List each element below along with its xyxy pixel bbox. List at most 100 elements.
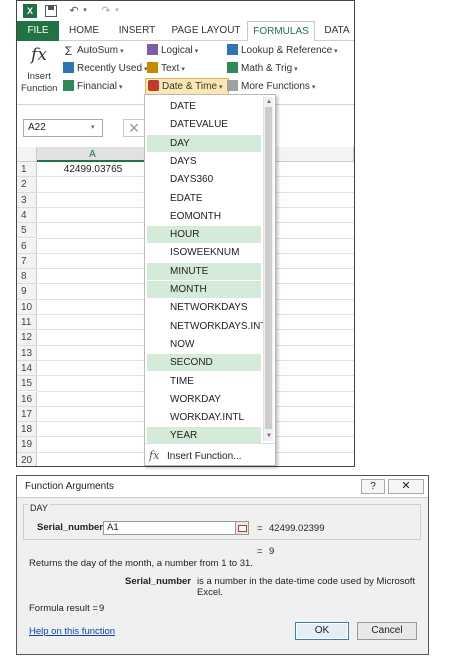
tab-data[interactable]: DATA — [319, 21, 354, 41]
menu-item-now[interactable]: NOW — [147, 336, 261, 353]
menu-item-date[interactable]: DATE — [147, 98, 261, 115]
insert-function-button[interactable]: fx Insert Function — [21, 43, 57, 101]
menu-item-month[interactable]: MONTH — [147, 281, 261, 298]
redo-icon[interactable]: ↷ — [99, 4, 113, 18]
menu-scrollbar[interactable]: ▲ ▼ — [263, 97, 273, 441]
clock-icon — [148, 80, 159, 91]
row-header[interactable]: 2 — [17, 177, 37, 193]
scroll-up-icon[interactable]: ▲ — [264, 97, 274, 107]
recently-used-button[interactable]: Recently Used ▾ — [63, 61, 148, 77]
formula-result-label: Formula result = — [29, 603, 98, 614]
cancel-entry-icon[interactable]: ✕ — [123, 119, 145, 137]
row-header[interactable]: 8 — [17, 269, 37, 285]
close-icon[interactable]: ✕ — [388, 479, 424, 494]
autosum-label: AutoSum — [77, 45, 119, 56]
row-header[interactable]: 18 — [17, 422, 37, 438]
menu-item-days[interactable]: DAYS — [147, 153, 261, 170]
serial-number-input[interactable]: A1 — [103, 521, 249, 535]
menu-item-workday-intl[interactable]: WORKDAY.INTL — [147, 409, 261, 426]
select-all-corner[interactable] — [17, 147, 37, 162]
redo-dropdown-icon[interactable]: ▾ — [113, 4, 121, 18]
menu-divider — [145, 443, 275, 444]
chevron-down-icon: ▾ — [181, 66, 185, 73]
row-header[interactable]: 15 — [17, 376, 37, 392]
undo-dropdown-icon[interactable]: ▾ — [81, 4, 89, 18]
row-header[interactable]: 19 — [17, 437, 37, 453]
financial-button[interactable]: Financial ▾ — [63, 79, 123, 95]
lookup-icon — [227, 44, 238, 55]
menu-item-networkdays-intl[interactable]: NETWORKDAYS.INTL — [147, 318, 272, 335]
help-icon[interactable]: ? — [361, 479, 385, 494]
menu-item-workday[interactable]: WORKDAY — [147, 391, 261, 408]
math-trig-button[interactable]: Math & Trig ▾ — [227, 61, 298, 77]
text-button[interactable]: Text ▾ — [147, 61, 185, 77]
collapse-dialog-icon[interactable] — [235, 521, 249, 535]
tab-home[interactable]: HOME — [63, 21, 105, 41]
row-header[interactable]: 17 — [17, 406, 37, 423]
chevron-down-icon: ▾ — [334, 48, 338, 55]
financial-label: Financial — [77, 81, 118, 92]
menu-item-isoweeknum[interactable]: ISOWEEKNUM — [147, 244, 261, 261]
menu-item-second[interactable]: SECOND — [147, 354, 261, 372]
formula-result-value: 9 — [99, 603, 105, 614]
tab-insert[interactable]: INSERT — [115, 21, 159, 41]
serial-number-label: Serial_number — [37, 522, 103, 533]
menu-item-hour[interactable]: HOUR — [147, 226, 261, 244]
menu-item-minute[interactable]: MINUTE — [147, 262, 261, 280]
undo-icon[interactable]: ↶ — [67, 4, 81, 18]
menu-item-edate[interactable]: EDATE — [147, 190, 261, 207]
math-trig-label: Math & Trig — [241, 63, 293, 74]
row-header[interactable]: 6 — [17, 238, 37, 254]
menu-item-days360[interactable]: DAYS360 — [147, 171, 261, 188]
row-header[interactable]: 13 — [17, 345, 37, 361]
help-on-function-link[interactable]: Help on this function — [29, 626, 115, 637]
row-header[interactable]: 5 — [17, 223, 37, 239]
tab-page-layout[interactable]: PAGE LAYOUT — [167, 21, 245, 41]
menu-item-datevalue[interactable]: DATEVALUE — [147, 116, 261, 133]
chevron-down-icon: ▾ — [119, 84, 123, 91]
math-trig-icon — [227, 62, 238, 73]
cell-a1[interactable]: 42499.03765 — [37, 162, 149, 177]
menu-item-time[interactable]: TIME — [147, 373, 261, 390]
logical-button[interactable]: Logical ▾ — [147, 43, 198, 59]
tab-formulas[interactable]: FORMULAS — [247, 21, 315, 42]
insert-function-label: Insert Function — [21, 71, 58, 94]
column-header-a[interactable]: A — [37, 147, 149, 162]
text-label: Text — [161, 63, 180, 74]
cancel-button[interactable]: Cancel — [357, 622, 417, 640]
chevron-down-icon: ▾ — [294, 66, 298, 73]
menu-item-eomonth[interactable]: EOMONTH — [147, 208, 261, 225]
row-header[interactable]: 10 — [17, 299, 37, 315]
recently-used-label: Recently Used — [77, 63, 143, 74]
row-header[interactable]: 11 — [17, 315, 37, 331]
chevron-down-icon[interactable]: ▾ — [91, 120, 101, 136]
chevron-down-icon: ▾ — [120, 48, 124, 55]
date-time-dropdown-menu: DATE DATEVALUE DAY DAYS DAYS360 EDATE EOMONTH H… — [144, 94, 276, 466]
menu-item-year[interactable]: YEAR — [147, 427, 261, 445]
chevron-down-icon: ▾ — [219, 84, 223, 91]
row-header[interactable]: 12 — [17, 330, 37, 346]
function-name: DAY — [28, 503, 50, 513]
save-icon[interactable] — [45, 5, 57, 17]
ok-button[interactable]: OK — [295, 622, 349, 640]
more-functions-button[interactable]: More Functions ▾ — [227, 79, 315, 95]
row-header[interactable]: 16 — [17, 391, 37, 407]
row-header[interactable]: 7 — [17, 253, 37, 270]
scroll-down-icon[interactable]: ▼ — [264, 431, 274, 441]
row-header[interactable]: 3 — [17, 192, 37, 208]
lookup-reference-button[interactable]: Lookup & Reference ▾ — [227, 43, 338, 59]
row-header[interactable]: 9 — [17, 284, 37, 300]
argument-description-text: is a number in the date-time code used b… — [197, 576, 416, 598]
menu-item-networkdays[interactable]: NETWORKDAYS — [147, 299, 261, 316]
tab-file[interactable]: FILE — [17, 21, 59, 41]
row-header[interactable]: 20 — [17, 452, 37, 466]
fx-icon: fx — [149, 449, 160, 462]
scrollbar-thumb[interactable] — [265, 107, 272, 429]
row-header[interactable]: 4 — [17, 207, 37, 224]
menu-item-day[interactable]: DAY — [147, 134, 261, 152]
autosum-button[interactable]: Σ AutoSum ▾ — [63, 43, 124, 59]
insert-function-menu-item[interactable]: fx Insert Function... — [149, 447, 269, 464]
row-header[interactable]: 14 — [17, 360, 37, 377]
sigma-icon: Σ — [64, 44, 73, 58]
row-header[interactable]: 1 — [17, 162, 37, 178]
